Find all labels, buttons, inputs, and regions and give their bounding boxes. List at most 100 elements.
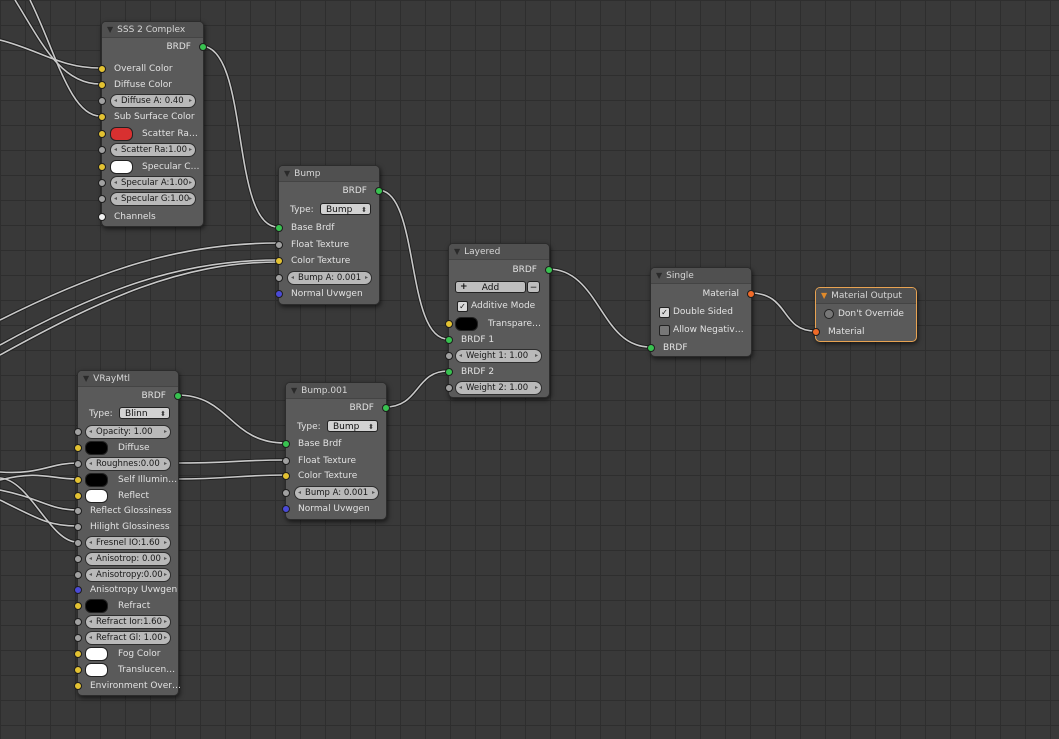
anisotropy-field[interactable]: ◂ Anisotrop: 0.00 ▸: [85, 552, 171, 566]
socket-input[interactable]: [275, 257, 283, 265]
node-bump-001[interactable]: ▼ Bump.001 BRDF Type: Bump ⬍ Base Brdf Floa…: [282, 382, 390, 520]
collapse-arrow-icon[interactable]: ▼: [821, 288, 827, 303]
node-header[interactable]: ▼ Layered: [449, 244, 549, 260]
specular-amount-field[interactable]: ◂ Specular A:1.00 ▸: [110, 176, 196, 190]
collapse-arrow-icon[interactable]: ▼: [107, 22, 113, 37]
weight-1-field[interactable]: ◂ Weight 1: 1.00 ▸: [455, 349, 542, 363]
type-dropdown[interactable]: Blinn ⬍: [119, 407, 170, 419]
socket-input[interactable]: [98, 213, 106, 221]
translucency-color-swatch[interactable]: [85, 663, 108, 677]
dont-override-radio[interactable]: [824, 309, 834, 319]
refract-color-swatch[interactable]: [85, 599, 108, 613]
self-illumination-color-swatch[interactable]: [85, 473, 108, 487]
transparency-color-swatch[interactable]: [455, 317, 478, 331]
socket-input[interactable]: [74, 460, 82, 468]
socket-input[interactable]: [445, 368, 453, 376]
socket-input[interactable]: [98, 81, 106, 89]
socket-input[interactable]: [647, 344, 655, 352]
node-header[interactable]: ▼ Material Output: [816, 288, 916, 304]
socket-input[interactable]: [74, 650, 82, 658]
socket-input[interactable]: [445, 352, 453, 360]
allow-negative-checkbox[interactable]: [659, 325, 670, 336]
socket-input[interactable]: [74, 539, 82, 547]
socket-input[interactable]: [275, 224, 283, 232]
refract-glossiness-field[interactable]: ◂ Refract Gl: 1.00 ▸: [85, 631, 171, 645]
socket-input[interactable]: [282, 457, 290, 465]
socket-output[interactable]: [199, 43, 207, 51]
socket-input[interactable]: [282, 440, 290, 448]
socket-output[interactable]: [545, 266, 553, 274]
socket-input[interactable]: [74, 586, 82, 594]
node-vraymtl[interactable]: ▼ VRayMtl BRDF Type: Blinn ⬍ ◂ Opacity: 1.00…: [74, 370, 182, 696]
type-dropdown[interactable]: Bump ⬍: [320, 203, 371, 215]
socket-input[interactable]: [98, 179, 106, 187]
opacity-field[interactable]: ◂ Opacity: 1.00 ▸: [85, 425, 171, 439]
node-sss-2-complex[interactable]: ▼ SSS 2 Complex BRDF Overall Color Diffus…: [98, 21, 207, 227]
collapse-arrow-icon[interactable]: ▼: [291, 383, 297, 398]
node-header[interactable]: ▼ VRayMtl: [78, 371, 178, 387]
refract-ior-field[interactable]: ◂ Refract Ior:1.60 ▸: [85, 615, 171, 629]
socket-input[interactable]: [74, 523, 82, 531]
type-dropdown[interactable]: Bump ⬍: [327, 420, 378, 432]
node-header[interactable]: ▼ Bump.001: [286, 383, 386, 399]
socket-input[interactable]: [445, 336, 453, 344]
socket-input[interactable]: [74, 428, 82, 436]
diffuse-color-swatch[interactable]: [85, 441, 108, 455]
anisotropy-rotation-field[interactable]: ◂ Anisotropy:0.00 ▸: [85, 568, 171, 582]
collapse-arrow-icon[interactable]: ▼: [454, 244, 460, 259]
collapse-arrow-icon[interactable]: ▼: [284, 166, 290, 181]
add-layer-button[interactable]: + Add: [455, 281, 526, 293]
socket-input[interactable]: [74, 618, 82, 626]
node-single[interactable]: ▼ Single Material ✓ Double Sided Allow Neg…: [647, 267, 755, 357]
socket-input[interactable]: [282, 472, 290, 480]
socket-input[interactable]: [445, 384, 453, 392]
socket-input[interactable]: [74, 507, 82, 515]
scatter-radius-field[interactable]: ◂ Scatter Ra:1.00 ▸: [110, 143, 196, 157]
weight-2-field[interactable]: ◂ Weight 2: 1.00 ▸: [455, 381, 542, 395]
socket-input[interactable]: [275, 274, 283, 282]
node-header[interactable]: ▼ Bump: [279, 166, 379, 182]
socket-input[interactable]: [98, 195, 106, 203]
socket-input[interactable]: [98, 146, 106, 154]
socket-output[interactable]: [382, 404, 390, 412]
additive-mode-checkbox[interactable]: ✓: [457, 301, 468, 312]
socket-output[interactable]: [174, 392, 182, 400]
socket-input[interactable]: [98, 65, 106, 73]
socket-input[interactable]: [74, 571, 82, 579]
socket-input[interactable]: [282, 505, 290, 513]
socket-input[interactable]: [74, 444, 82, 452]
socket-input[interactable]: [74, 602, 82, 610]
socket-input[interactable]: [275, 290, 283, 298]
socket-input[interactable]: [74, 666, 82, 674]
fresnel-ior-field[interactable]: ◂ Fresnel IO:1.60 ▸: [85, 536, 171, 550]
double-sided-checkbox[interactable]: ✓: [659, 307, 670, 318]
scatter-color-swatch[interactable]: [110, 127, 133, 141]
specular-color-swatch[interactable]: [110, 160, 133, 174]
socket-input[interactable]: [74, 476, 82, 484]
diffuse-amount-field[interactable]: ◂ Diffuse A: 0.40 ▸: [110, 94, 196, 108]
socket-output[interactable]: [747, 290, 755, 298]
bump-amount-field[interactable]: ◂ Bump A: 0.001 ▸: [287, 271, 372, 285]
specular-glossiness-field[interactable]: ◂ Specular G:1.00 ▸: [110, 192, 196, 206]
node-header[interactable]: ▼ Single: [651, 268, 751, 284]
node-layered[interactable]: ▼ Layered BRDF + Add − ✓ Additive Mode Trans…: [445, 243, 553, 398]
reflect-color-swatch[interactable]: [85, 489, 108, 503]
socket-input[interactable]: [98, 113, 106, 121]
socket-input[interactable]: [98, 163, 106, 171]
socket-input[interactable]: [275, 241, 283, 249]
node-header[interactable]: ▼ SSS 2 Complex: [102, 22, 203, 38]
node-material-output[interactable]: ▼ Material Output Don't Override Material: [812, 287, 917, 342]
collapse-arrow-icon[interactable]: ▼: [83, 371, 89, 386]
node-bump[interactable]: ▼ Bump BRDF Type: Bump ⬍ Base Brdf Float Te…: [275, 165, 383, 305]
socket-input[interactable]: [98, 97, 106, 105]
remove-layer-button[interactable]: −: [527, 281, 540, 293]
socket-input[interactable]: [74, 492, 82, 500]
socket-input[interactable]: [282, 489, 290, 497]
socket-input[interactable]: [74, 634, 82, 642]
fog-color-swatch[interactable]: [85, 647, 108, 661]
bump-amount-field[interactable]: ◂ Bump A: 0.001 ▸: [294, 486, 379, 500]
socket-input[interactable]: [812, 328, 820, 336]
socket-input[interactable]: [74, 555, 82, 563]
collapse-arrow-icon[interactable]: ▼: [656, 268, 662, 283]
socket-input[interactable]: [74, 682, 82, 690]
